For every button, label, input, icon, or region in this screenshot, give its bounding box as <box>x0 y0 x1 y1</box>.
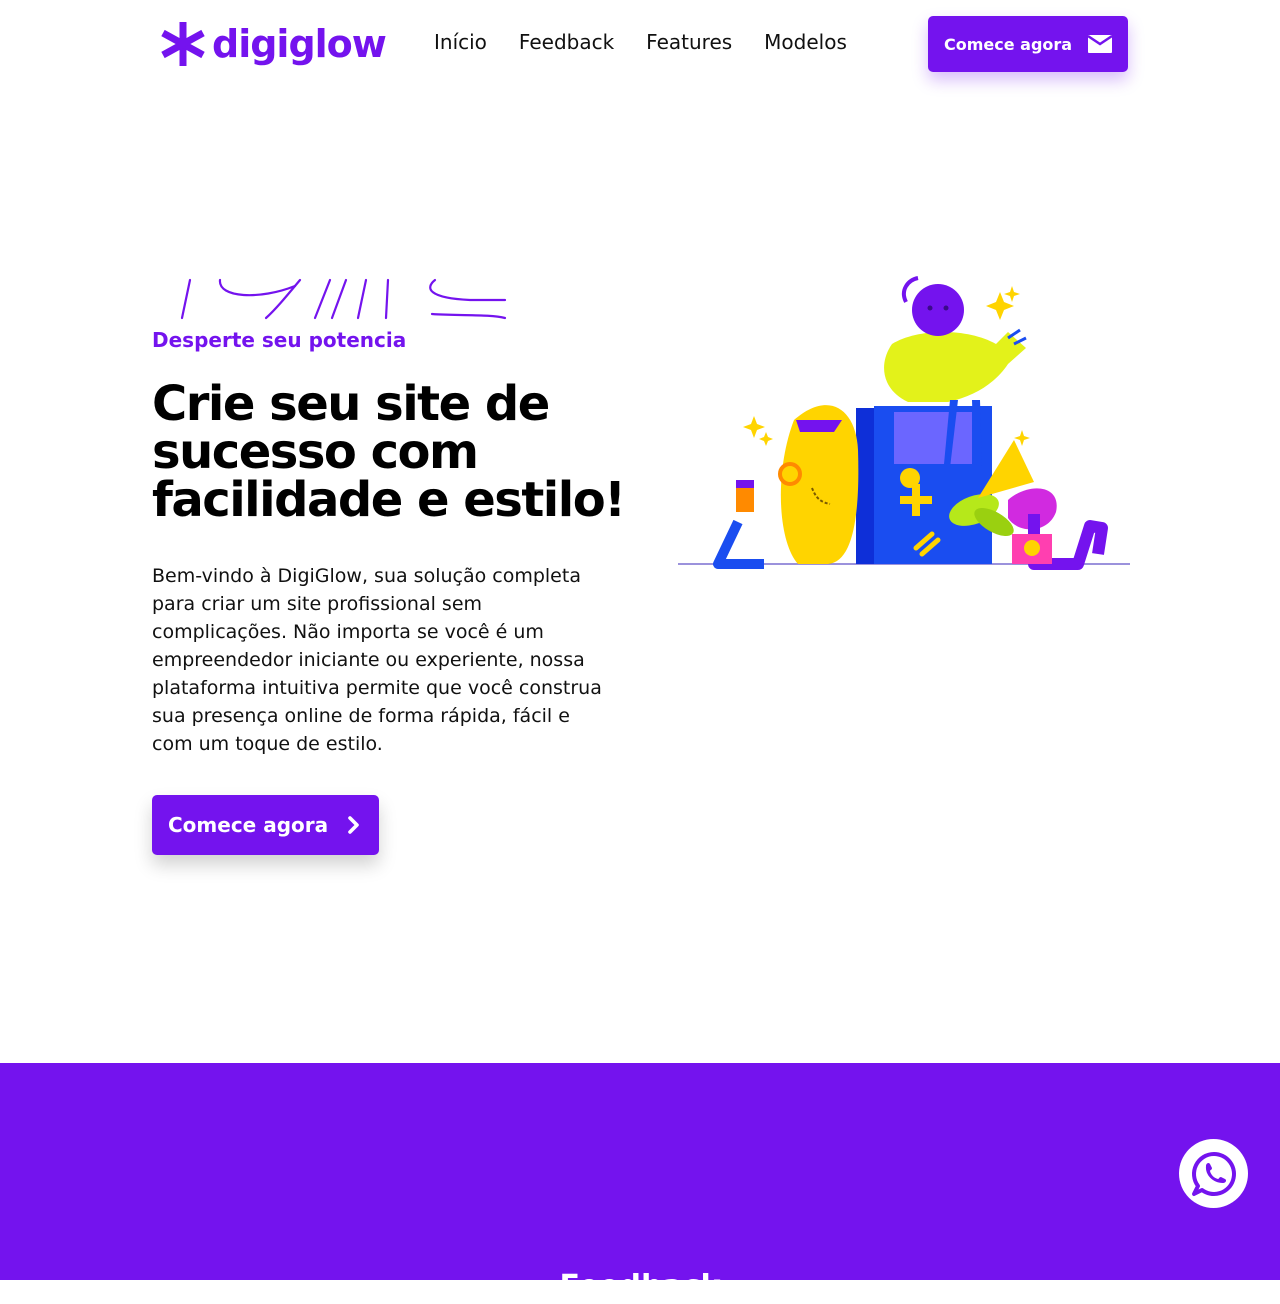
whatsapp-button[interactable] <box>1179 1139 1248 1208</box>
hero-cta-button[interactable]: Comece agora <box>152 795 379 855</box>
decorative-squiggle-graphic <box>180 278 507 320</box>
nav-link-inicio[interactable]: Início <box>434 28 487 56</box>
nav-link-features[interactable]: Features <box>646 28 732 56</box>
hero-headline: Crie seu site de sucesso com facilidade … <box>152 376 626 528</box>
mail-icon <box>1088 35 1112 53</box>
logo-wordmark: digiglow <box>212 22 387 66</box>
hero-intro-text: Bem-vindo à DigiGlow, sua solução comple… <box>152 565 602 755</box>
hero-eyebrow: Desperte seu potencia <box>152 328 407 352</box>
main-nav: Início Feedback Features Modelos <box>434 28 847 56</box>
feedback-section: Feedback <box>0 1063 1280 1304</box>
whatsapp-icon <box>1191 1151 1236 1196</box>
feedback-section-title: Feedback <box>559 1269 721 1304</box>
asterisk-logo-icon <box>161 22 205 66</box>
logo[interactable]: digiglow <box>160 20 387 68</box>
nav-link-feedback[interactable]: Feedback <box>519 28 614 56</box>
chevron-right-icon <box>348 816 359 834</box>
header-cta-label: Comece agora <box>944 34 1073 54</box>
header-cta-button[interactable]: Comece agora <box>928 16 1128 72</box>
nav-link-modelos[interactable]: Modelos <box>764 28 847 56</box>
hero-cta-label: Comece agora <box>168 813 329 837</box>
hero-illustration <box>678 276 1130 570</box>
site-header: digiglow Início Feedback Features Modelo… <box>0 0 1280 90</box>
